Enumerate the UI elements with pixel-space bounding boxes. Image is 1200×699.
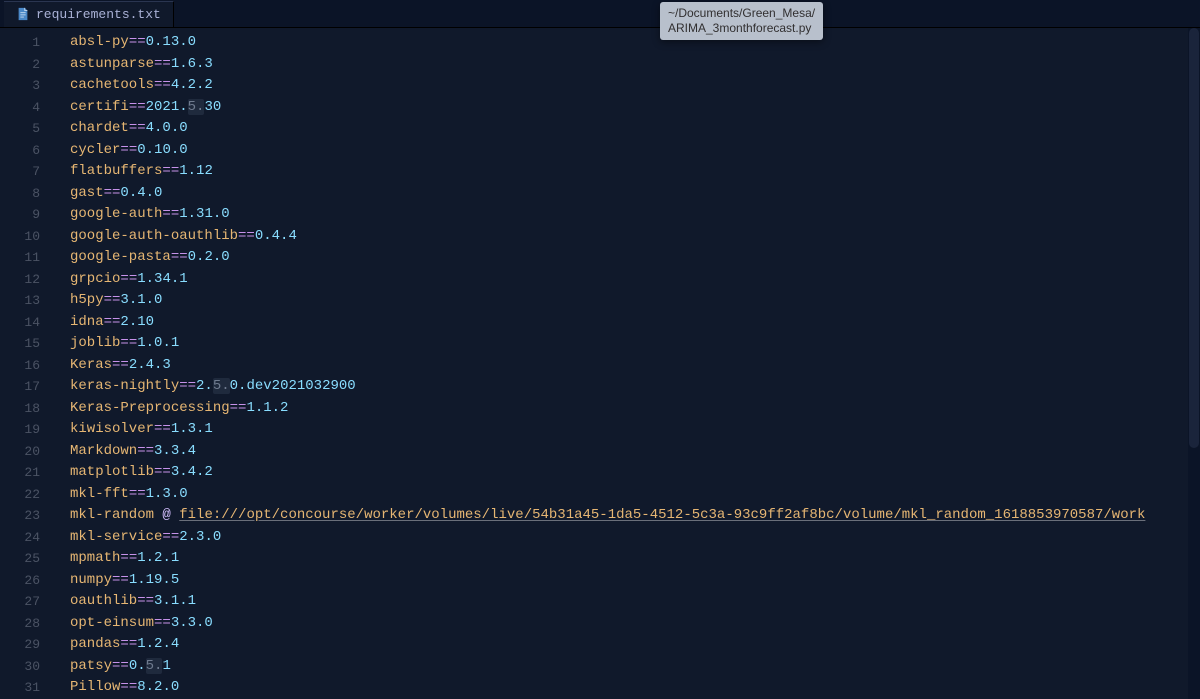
code-line[interactable]: chardet==4.0.0	[70, 118, 1200, 140]
code-line[interactable]: patsy==0.5.1	[70, 656, 1200, 678]
line-number: 3	[0, 75, 40, 97]
code-line[interactable]: idna==2.10	[70, 312, 1200, 334]
tab-bar: requirements.txt	[0, 0, 1200, 28]
line-number-gutter: 1234567891011121314151617181920212223242…	[0, 28, 56, 699]
line-number: 6	[0, 140, 40, 162]
line-number: 26	[0, 570, 40, 592]
code-line[interactable]: mkl-service==2.3.0	[70, 527, 1200, 549]
line-number: 18	[0, 398, 40, 420]
line-number: 14	[0, 312, 40, 334]
code-line[interactable]: opt-einsum==3.3.0	[70, 613, 1200, 635]
line-number: 27	[0, 591, 40, 613]
code-line[interactable]: absl-py==0.13.0	[70, 32, 1200, 54]
tooltip-line1: ~/Documents/Green_Mesa/	[668, 6, 815, 20]
code-area[interactable]: absl-py==0.13.0astunparse==1.6.3cachetoo…	[56, 28, 1200, 699]
code-line[interactable]: flatbuffers==1.12	[70, 161, 1200, 183]
code-line[interactable]: matplotlib==3.4.2	[70, 462, 1200, 484]
line-number: 12	[0, 269, 40, 291]
code-line[interactable]: gast==0.4.0	[70, 183, 1200, 205]
line-number: 10	[0, 226, 40, 248]
line-number: 30	[0, 656, 40, 678]
line-number: 25	[0, 548, 40, 570]
line-number: 20	[0, 441, 40, 463]
code-line[interactable]: joblib==1.0.1	[70, 333, 1200, 355]
line-number: 23	[0, 505, 40, 527]
code-line[interactable]: cycler==0.10.0	[70, 140, 1200, 162]
code-line[interactable]: cachetools==4.2.2	[70, 75, 1200, 97]
path-tooltip: ~/Documents/Green_Mesa/ ARIMA_3monthfore…	[660, 2, 823, 40]
scrollbar-track[interactable]	[1188, 28, 1200, 699]
code-line[interactable]: Markdown==3.3.4	[70, 441, 1200, 463]
line-number: 16	[0, 355, 40, 377]
code-line[interactable]: h5py==3.1.0	[70, 290, 1200, 312]
editor[interactable]: 1234567891011121314151617181920212223242…	[0, 28, 1200, 699]
code-line[interactable]: grpcio==1.34.1	[70, 269, 1200, 291]
line-number: 8	[0, 183, 40, 205]
line-number: 28	[0, 613, 40, 635]
code-line[interactable]: google-auth-oauthlib==0.4.4	[70, 226, 1200, 248]
tooltip-line2: ARIMA_3monthforecast.py	[668, 21, 811, 35]
code-line[interactable]: keras-nightly==2.5.0.dev2021032900	[70, 376, 1200, 398]
line-number: 4	[0, 97, 40, 119]
line-number: 13	[0, 290, 40, 312]
scrollbar-thumb[interactable]	[1189, 28, 1199, 448]
code-line[interactable]: mkl-fft==1.3.0	[70, 484, 1200, 506]
code-line[interactable]: mkl-random @ file:///opt/concourse/worke…	[70, 505, 1200, 527]
code-line[interactable]: mpmath==1.2.1	[70, 548, 1200, 570]
code-line[interactable]: kiwisolver==1.3.1	[70, 419, 1200, 441]
code-line[interactable]: google-auth==1.31.0	[70, 204, 1200, 226]
line-number: 24	[0, 527, 40, 549]
line-number: 5	[0, 118, 40, 140]
code-line[interactable]: pandas==1.2.4	[70, 634, 1200, 656]
line-number: 19	[0, 419, 40, 441]
code-line[interactable]: numpy==1.19.5	[70, 570, 1200, 592]
code-line[interactable]: google-pasta==0.2.0	[70, 247, 1200, 269]
code-line[interactable]: Keras-Preprocessing==1.1.2	[70, 398, 1200, 420]
line-number: 1	[0, 32, 40, 54]
code-line[interactable]: astunparse==1.6.3	[70, 54, 1200, 76]
line-number: 15	[0, 333, 40, 355]
line-number: 11	[0, 247, 40, 269]
text-file-icon	[16, 7, 30, 21]
line-number: 31	[0, 677, 40, 699]
line-number: 2	[0, 54, 40, 76]
line-number: 21	[0, 462, 40, 484]
line-number: 22	[0, 484, 40, 506]
code-line[interactable]: Pillow==8.2.0	[70, 677, 1200, 699]
line-number: 7	[0, 161, 40, 183]
tab-requirements[interactable]: requirements.txt	[4, 1, 174, 27]
code-line[interactable]: oauthlib==3.1.1	[70, 591, 1200, 613]
code-line[interactable]: Keras==2.4.3	[70, 355, 1200, 377]
tab-filename: requirements.txt	[36, 7, 161, 22]
line-number: 29	[0, 634, 40, 656]
line-number: 9	[0, 204, 40, 226]
code-line[interactable]: certifi==2021.5.30	[70, 97, 1200, 119]
line-number: 17	[0, 376, 40, 398]
